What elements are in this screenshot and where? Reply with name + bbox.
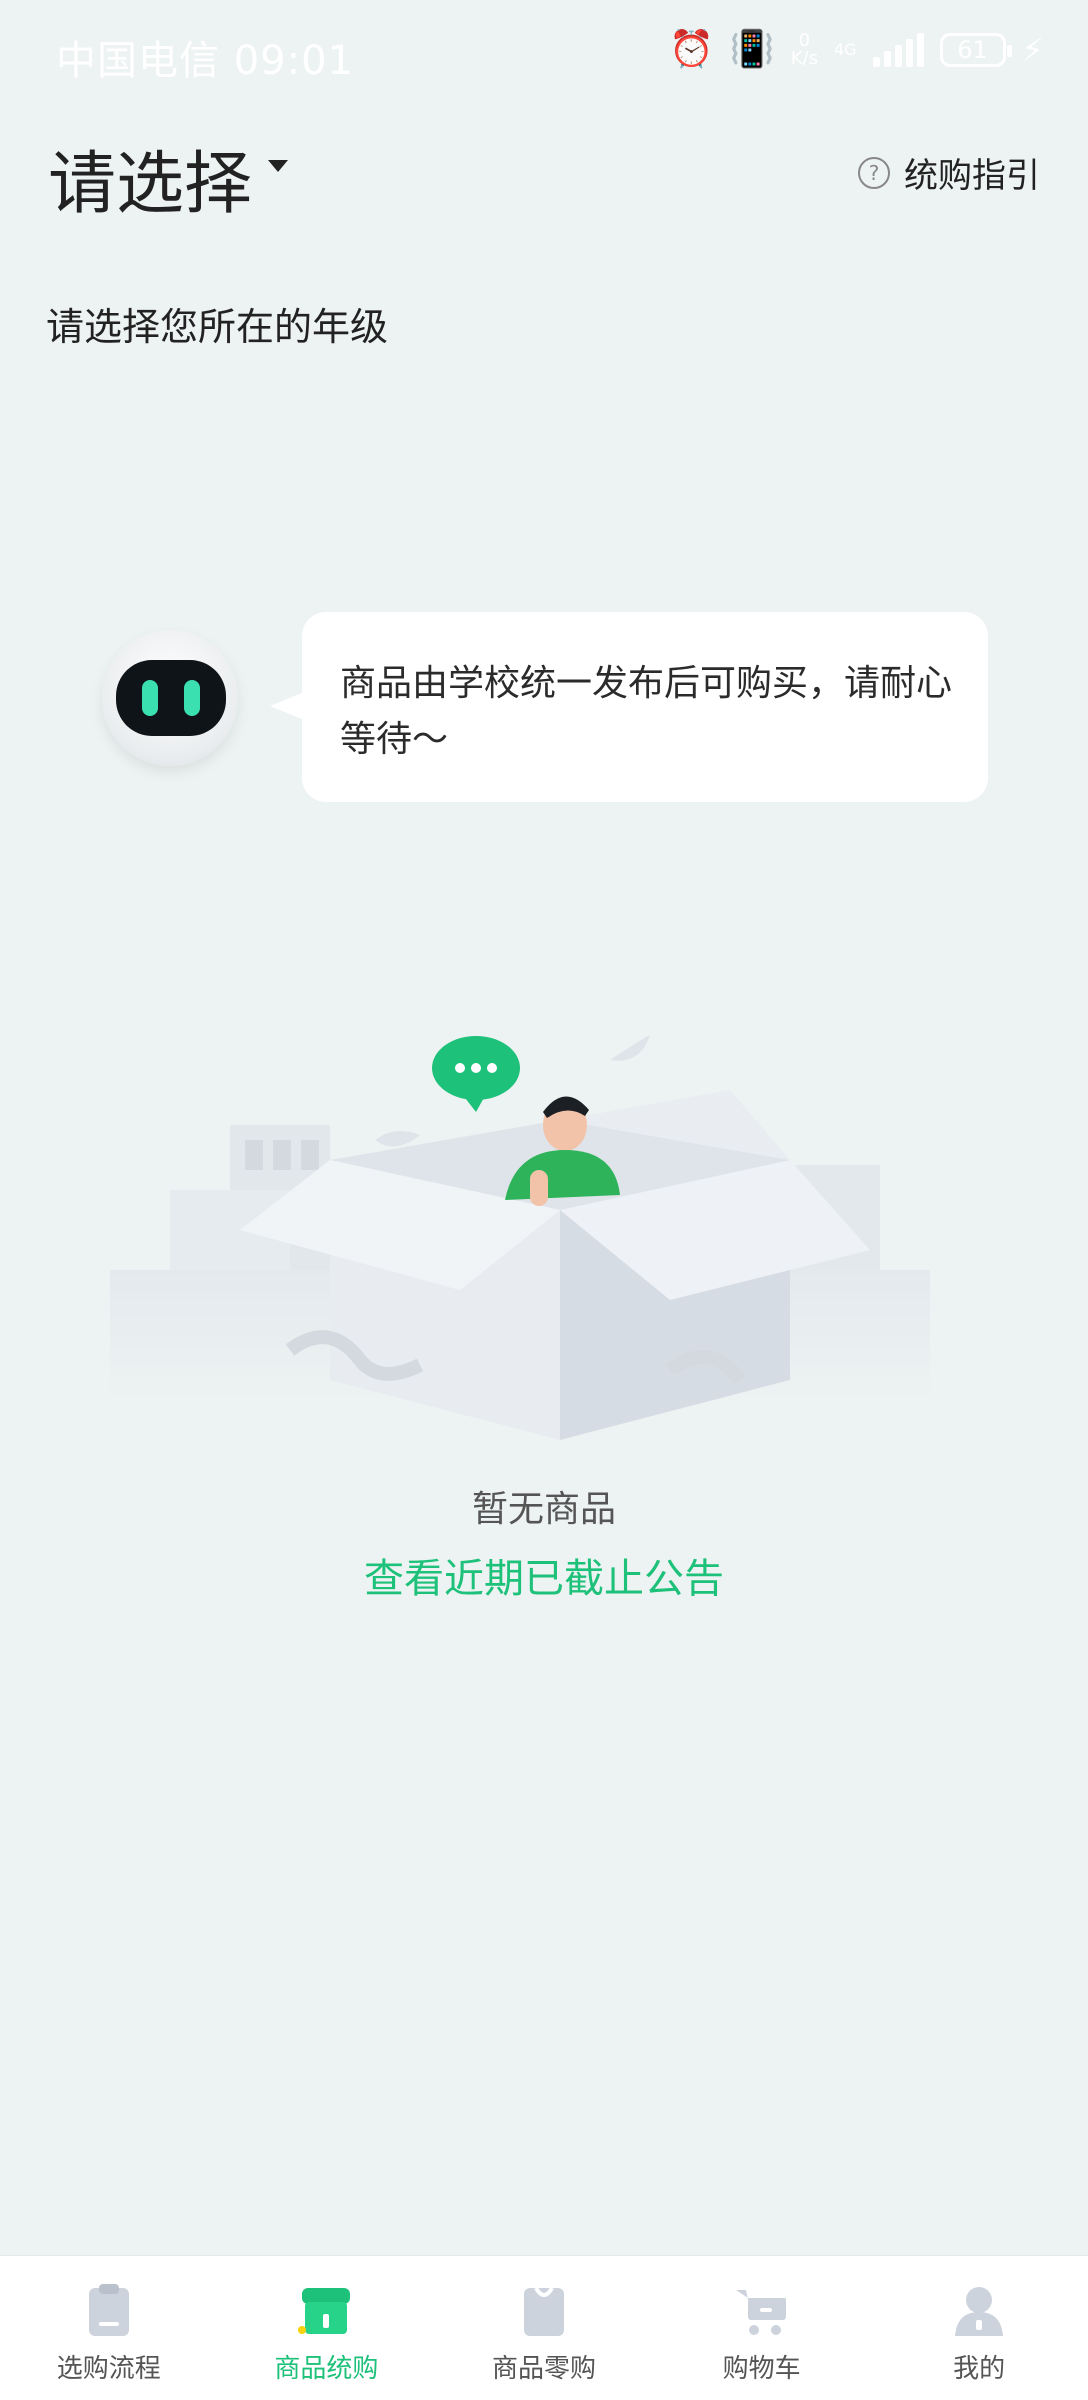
empty-box-illustration bbox=[110, 1035, 930, 1440]
nav-label: 商品统购 bbox=[274, 2354, 379, 2384]
nav-item-cart[interactable]: 购物车 bbox=[653, 2256, 871, 2400]
robot-avatar-icon bbox=[102, 630, 238, 766]
grade-prompt: 请选择您所在的年级 bbox=[46, 305, 389, 349]
bottom-nav: 选购流程 商品统购 商品零购 购物车 我的 bbox=[0, 2255, 1088, 2400]
page-title: 请选择 bbox=[48, 145, 253, 224]
battery-icon: 61 bbox=[939, 33, 1012, 67]
chevron-down-icon bbox=[268, 159, 289, 172]
store-icon bbox=[298, 2288, 351, 2334]
network-type: 4G bbox=[833, 40, 857, 59]
bag-icon bbox=[523, 2286, 564, 2336]
closed-announcements-link[interactable]: 查看近期已截止公告 bbox=[0, 1546, 1088, 1604]
charging-icon: ⚡ bbox=[1021, 31, 1044, 69]
nav-label: 选购流程 bbox=[56, 2354, 161, 2384]
assistant-message: 商品由学校统一发布后可购买，请耐心等待～ bbox=[302, 612, 988, 802]
nav-item-retail-purchase[interactable]: 商品零购 bbox=[435, 2256, 653, 2400]
grade-selector[interactable]: 请选择 bbox=[48, 128, 289, 227]
nav-item-unified-purchase[interactable]: 商品统购 bbox=[218, 2256, 436, 2400]
empty-state-text: 暂无商品 bbox=[471, 1489, 616, 1530]
nav-label: 购物车 bbox=[722, 2354, 801, 2384]
carrier-time: 中国电信 09:01 bbox=[56, 38, 354, 84]
status-icons: ⏰ 📳 0 K/s 4G 61 ⚡ bbox=[669, 30, 1044, 70]
clipboard-icon bbox=[88, 2284, 129, 2336]
alarm-icon: ⏰ bbox=[669, 29, 714, 70]
status-bar: 中国电信 09:01 ⏰ 📳 0 K/s 4G 61 ⚡ bbox=[0, 0, 1088, 110]
signal-icon bbox=[872, 33, 924, 67]
user-icon bbox=[955, 2287, 1004, 2336]
nav-item-me[interactable]: 我的 bbox=[870, 2256, 1088, 2400]
nav-label: 我的 bbox=[953, 2354, 1006, 2384]
nav-label: 商品零购 bbox=[491, 2354, 596, 2384]
purchase-guide-button[interactable]: ? 统购指引 bbox=[858, 148, 1040, 197]
cart-icon bbox=[735, 2290, 786, 2335]
help-icon: ? bbox=[858, 156, 890, 189]
purchase-guide-label: 统购指引 bbox=[904, 156, 1040, 196]
network-speed: 0 K/s bbox=[790, 30, 818, 69]
nav-item-purchase-process[interactable]: 选购流程 bbox=[0, 2256, 218, 2400]
vibrate-icon: 📳 bbox=[729, 29, 775, 70]
bubble-tail bbox=[270, 692, 304, 720]
